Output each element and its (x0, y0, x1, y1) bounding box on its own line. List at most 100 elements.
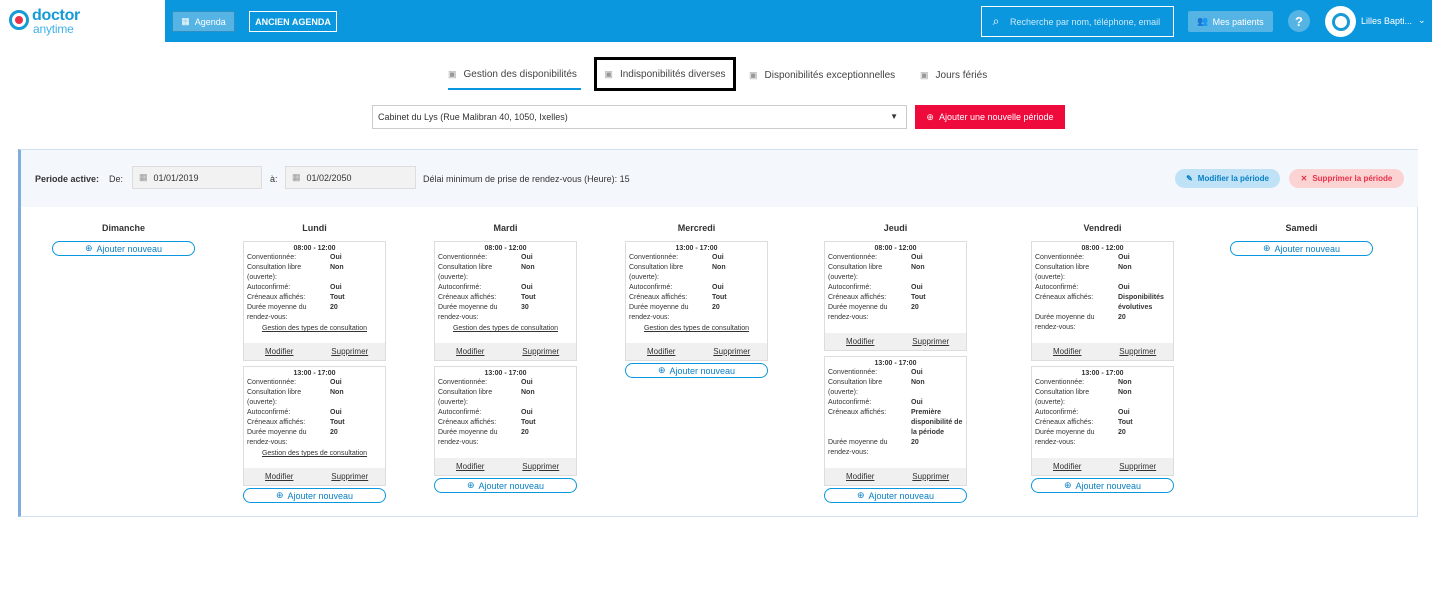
agenda-button[interactable]: ▦ Agenda (172, 11, 235, 32)
slot-value: Oui (330, 254, 342, 261)
tab-label: Disponibilités exceptionnelles (764, 69, 896, 81)
add-new-button[interactable]: ⊕ Ajouter nouveau (1230, 241, 1373, 256)
delete-button[interactable]: Supprimer (1103, 343, 1174, 360)
tab-jours-feries[interactable]: ▣ Jours fériés (920, 60, 990, 90)
slot-card: 13:00 - 17:00 Conventionnée: Oui Consultati… (824, 356, 967, 486)
ancien-agenda-button[interactable]: ANCIEN AGENDA (249, 11, 337, 32)
slot-value: Oui (911, 399, 923, 406)
slot-value: Tout (521, 294, 536, 301)
tab-label: Gestion des disponibilités (463, 68, 577, 80)
tab-disponibilites-exceptionnelles[interactable]: ▣ Disponibilités exceptionnelles (749, 60, 899, 90)
slot-value: Oui (521, 409, 533, 416)
slot-value: 20 (330, 429, 338, 436)
slot-value: Non (712, 264, 726, 271)
help-button[interactable]: ? (1288, 10, 1310, 32)
slot-row: Consultation libre (ouverte): Non (435, 388, 576, 408)
delete-period-label: Supprimer la période (1312, 174, 1393, 183)
add-new-button[interactable]: ⊕ Ajouter nouveau (1031, 478, 1174, 493)
slot-row: Consultation libre (ouverte): Non (244, 263, 385, 283)
gestion-types-link[interactable]: Gestion des types de consultation (626, 324, 767, 334)
delete-period-button[interactable]: ✕ Supprimer la période (1289, 169, 1404, 188)
slot-value: Tout (712, 294, 727, 301)
avatar[interactable] (1325, 6, 1356, 37)
user-name[interactable]: Lilles Bapti... (1361, 16, 1412, 26)
delete-button[interactable]: Supprimer (896, 468, 967, 485)
chevron-down-icon[interactable]: ⌄ (1418, 15, 1426, 26)
modify-button[interactable]: Modifier (1032, 458, 1103, 475)
slot-value: Oui (330, 409, 342, 416)
slot-key: Autoconfirmé: (438, 409, 482, 416)
add-period-button[interactable]: ⊕ Ajouter une nouvelle période (915, 105, 1065, 129)
delete-button[interactable]: Supprimer (506, 343, 577, 360)
delete-button[interactable]: Supprimer (506, 458, 577, 475)
add-period-label: Ajouter une nouvelle période (938, 112, 1054, 122)
modify-button[interactable]: Modifier (825, 333, 896, 350)
day-name: Vendredi (1083, 223, 1122, 233)
slot-value: Tout (521, 419, 536, 426)
slot-value: Tout (1118, 419, 1133, 426)
delete-button[interactable]: Supprimer (896, 333, 967, 350)
gestion-types-link[interactable]: Gestion des types de consultation (435, 324, 576, 334)
delete-button[interactable]: Supprimer (1103, 458, 1174, 475)
calendar-icon: ▣ (920, 69, 929, 80)
delete-button[interactable]: Supprimer (315, 468, 386, 485)
slot-key: Durée moyenne du rendez-vous: (438, 304, 498, 321)
mes-patients-button[interactable]: 👥 Mes patients (1188, 11, 1273, 32)
modify-button[interactable]: Modifier (435, 343, 506, 360)
add-new-button[interactable]: ⊕ Ajouter nouveau (243, 488, 386, 503)
active-period-label: Periode active: (35, 174, 100, 184)
slot-row: Autoconfirmé: Oui (825, 398, 966, 408)
slot-key: Consultation libre (ouverte): (438, 389, 493, 406)
agenda-label: Agenda (194, 16, 226, 27)
slot-actions: Modifier Supprimer (435, 343, 576, 360)
slot-row: Créneaux affichés: Disponibilités évoluti… (1032, 293, 1173, 313)
slot-key: Créneaux affichés: (438, 294, 497, 301)
modify-button[interactable]: Modifier (1032, 343, 1103, 360)
add-new-button[interactable]: ⊕ Ajouter nouveau (625, 363, 768, 378)
slot-time: 08:00 - 12:00 (874, 245, 917, 252)
slot-key: Autoconfirmé: (629, 284, 673, 291)
slot-card: 08:00 - 12:00 Conventionnée: Oui Consultati… (824, 241, 967, 351)
search-input[interactable]: ⌕ Recherche par nom, téléphone, email (981, 6, 1174, 37)
gestion-types-link[interactable]: Gestion des types de consultation (244, 449, 385, 459)
slot-key: Autoconfirmé: (828, 284, 872, 291)
modify-button[interactable]: Modifier (435, 458, 506, 475)
day-name: Mercredi (677, 223, 716, 233)
slot-value: Non (911, 264, 925, 271)
date-to-field[interactable]: ▦ 01/02/2050 (285, 166, 416, 189)
slot-row: Conventionnée: Oui (244, 253, 385, 263)
slot-value: Première disponibilité de la période (911, 409, 963, 436)
slot-key: Durée moyenne du rendez-vous: (828, 304, 888, 321)
slot-row: Autoconfirmé: Oui (825, 283, 966, 293)
pencil-icon: ✎ (1186, 174, 1193, 183)
tab-gestion-disponibilites[interactable]: ▣ Gestion des disponibilités (448, 60, 581, 90)
delete-button[interactable]: Supprimer (697, 343, 768, 360)
slot-actions: Modifier Supprimer (1032, 458, 1173, 475)
logo[interactable]: doctor anytime (0, 0, 165, 42)
slot-time: 13:00 - 17:00 (484, 370, 527, 377)
slot-value: Oui (712, 284, 724, 291)
delete-button[interactable]: Supprimer (315, 343, 386, 360)
slot-key: Créneaux affichés: (629, 294, 688, 301)
modify-button[interactable]: Modifier (244, 468, 315, 485)
modify-period-button[interactable]: ✎ Modifier la période (1175, 169, 1280, 188)
modify-button[interactable]: Modifier (825, 468, 896, 485)
add-new-button[interactable]: ⊕ Ajouter nouveau (434, 478, 577, 493)
day-name: Lundi (302, 223, 327, 233)
slot-row: Consultation libre (ouverte): Non (1032, 263, 1173, 283)
cabinet-select[interactable]: Cabinet du Lys (Rue Malibran 40, 1050, I… (372, 105, 907, 129)
slot-key: Durée moyenne du rendez-vous: (1035, 429, 1095, 446)
tab-indisponibilites-diverses[interactable]: ▣ Indisponibilités diverses (594, 57, 736, 91)
slot-card: 13:00 - 17:00 Conventionnée: Oui Consultati… (243, 366, 386, 486)
users-icon: 👥 (1197, 16, 1209, 26)
slot-value: 20 (521, 429, 529, 436)
slot-key: Conventionnée: (828, 369, 878, 376)
gestion-types-link[interactable]: Gestion des types de consultation (244, 324, 385, 334)
add-new-button[interactable]: ⊕ Ajouter nouveau (824, 488, 967, 503)
calendar-icon: ▦ (181, 16, 190, 26)
date-from-field[interactable]: ▦ 01/01/2019 (132, 166, 262, 189)
add-new-button[interactable]: ⊕ Ajouter nouveau (52, 241, 195, 256)
from-label: De: (109, 174, 124, 184)
modify-button[interactable]: Modifier (244, 343, 315, 360)
modify-button[interactable]: Modifier (626, 343, 697, 360)
